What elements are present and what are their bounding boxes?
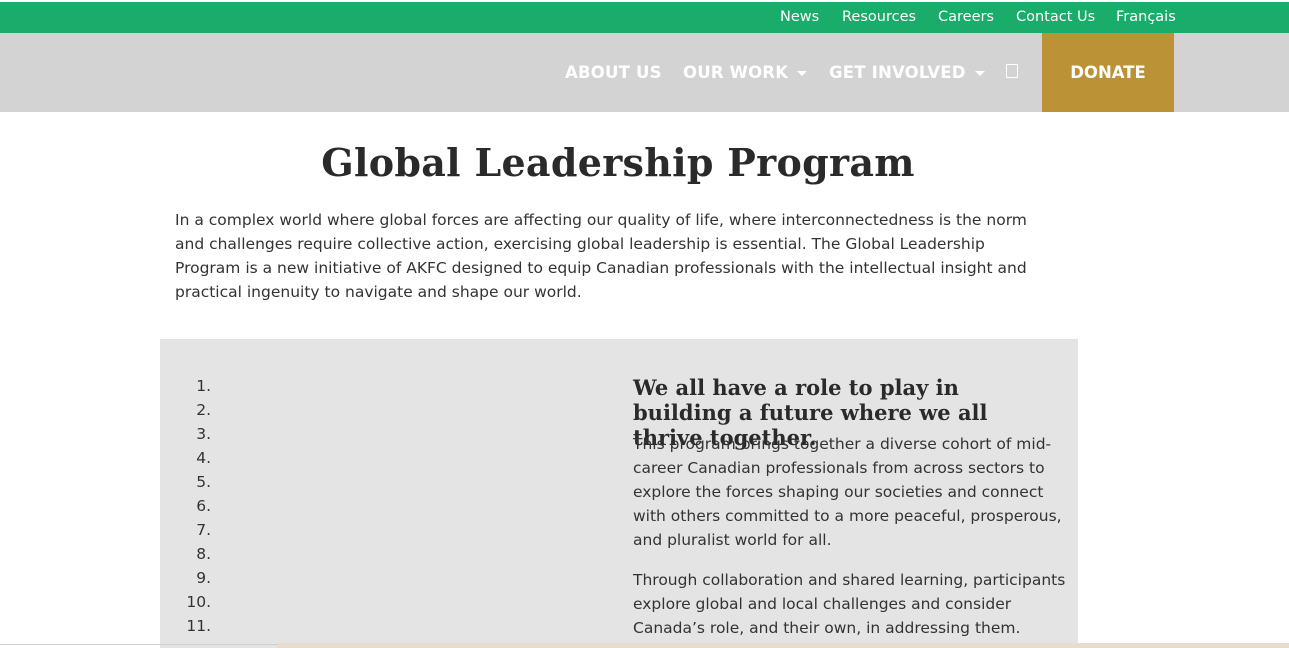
list-item: 9.: [196, 569, 211, 587]
news-link[interactable]: News: [780, 9, 819, 25]
francais-link[interactable]: Français: [1116, 9, 1176, 25]
list-item: 11.: [186, 617, 211, 635]
list-item: 10.: [186, 593, 211, 611]
main-navigation: ABOUT US OUR WORK GET INVOLVED DONATE: [0, 33, 1289, 112]
donate-button[interactable]: DONATE: [1042, 33, 1174, 112]
resources-link[interactable]: Resources: [842, 9, 916, 25]
chevron-down-icon: [797, 71, 808, 76]
feature-section: 1. 2. 3. 4. 5. 6. 7. 8. 9. 10. 11. We al…: [160, 339, 1078, 648]
nav-get-involved[interactable]: GET INVOLVED: [829, 63, 985, 82]
list-item: 1.: [196, 377, 211, 395]
search-icon[interactable]: [1006, 64, 1018, 78]
chevron-down-icon: [974, 71, 985, 76]
list-item: 3.: [196, 425, 211, 443]
nav-about-us[interactable]: ABOUT US: [565, 63, 662, 82]
list-item: 8.: [196, 545, 211, 563]
list-item: 2.: [196, 401, 211, 419]
list-item: 4.: [196, 449, 211, 467]
numbered-list: 1. 2. 3. 4. 5. 6. 7. 8. 9. 10. 11.: [180, 374, 211, 638]
intro-paragraph: In a complex world where global forces a…: [175, 211, 1027, 301]
feature-paragraph-1: This program brings together a diverse c…: [633, 435, 1062, 549]
list-item: 7.: [196, 521, 211, 539]
feature-paragraph-2: Through collaboration and shared learnin…: [633, 571, 1066, 637]
nav-our-work-label: OUR WORK: [683, 63, 789, 82]
bottom-image-edge: [278, 643, 1289, 648]
utility-bar: News Resources Careers Contact Us França…: [0, 0, 1289, 33]
nav-get-involved-label: GET INVOLVED: [829, 63, 966, 82]
contact-us-link[interactable]: Contact Us: [1016, 9, 1095, 25]
list-item: 6.: [196, 497, 211, 515]
list-item: 5.: [196, 473, 211, 491]
page-title: Global Leadership Program: [321, 140, 915, 185]
careers-link[interactable]: Careers: [938, 9, 994, 25]
divider: [0, 644, 278, 645]
nav-our-work[interactable]: OUR WORK: [683, 63, 808, 82]
